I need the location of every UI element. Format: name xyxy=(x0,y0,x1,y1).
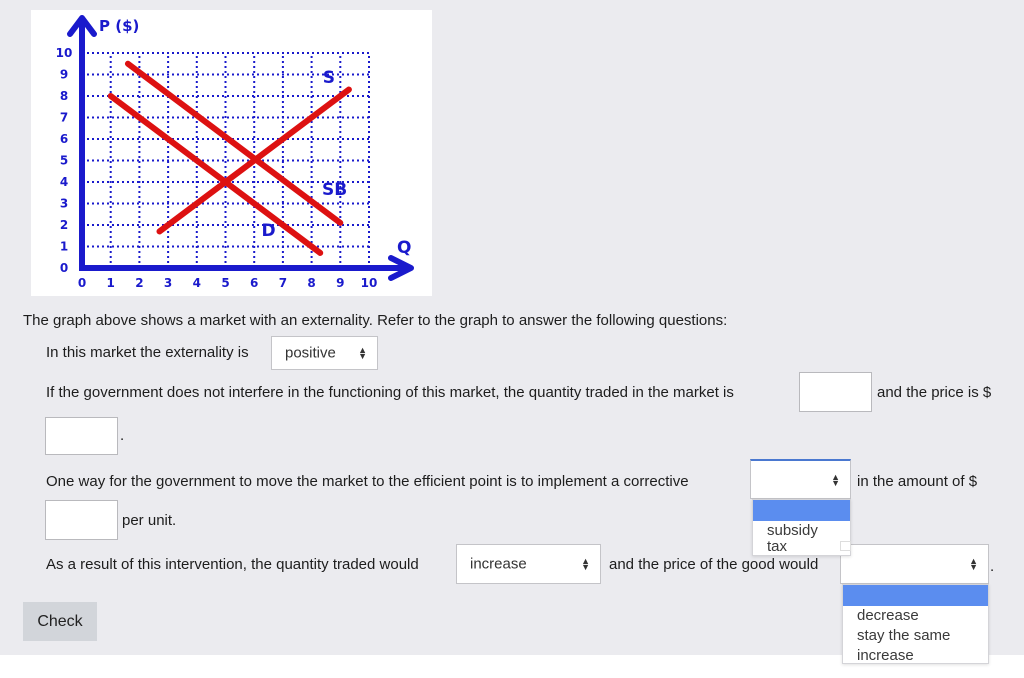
price-change-dropdown: decrease stay the same increase xyxy=(842,584,989,664)
y-tick-label: 7 xyxy=(60,111,68,125)
y-tick-label: 1 xyxy=(60,240,68,254)
x-tick-label: 5 xyxy=(221,276,229,290)
curve-sb xyxy=(124,60,344,226)
equilibrium-quantity-input[interactable] xyxy=(799,372,872,412)
x-tick-label: 1 xyxy=(107,276,115,290)
select-arrows-icon: ▲ ▼ xyxy=(581,556,590,572)
q4-label: As a result of this intervention, the qu… xyxy=(46,556,419,573)
x-axis-label: Q xyxy=(397,238,411,258)
dropdown-corner xyxy=(840,541,851,551)
dropdown-option-blank[interactable] xyxy=(753,500,850,521)
select-arrows-icon: ▲ ▼ xyxy=(831,471,840,488)
x-tick-label: 2 xyxy=(135,276,143,290)
select-arrows-icon: ▲ ▼ xyxy=(358,345,367,361)
x-tick-label: 6 xyxy=(250,276,258,290)
check-button[interactable]: Check xyxy=(23,602,97,641)
y-tick-label: 6 xyxy=(60,132,68,146)
externality-type-select[interactable]: positive ▲ ▼ xyxy=(271,336,378,370)
dropdown-option-increase[interactable]: increase xyxy=(843,646,988,666)
curve-label-d: D xyxy=(261,221,275,241)
q2-period: . xyxy=(120,427,125,444)
quantity-change-select[interactable]: increase ▲ ▼ xyxy=(456,544,601,584)
intro-text: The graph above shows a market with an e… xyxy=(23,312,728,329)
q4-price-label: and the price of the good would xyxy=(609,556,819,573)
y-tick-label: 10 xyxy=(56,46,73,60)
dropdown-option-stay-the-same[interactable]: stay the same xyxy=(843,626,988,646)
q2-price-label: and the price is $ xyxy=(877,384,992,401)
x-tick-label: 10 xyxy=(361,276,378,290)
dropdown-option-blank[interactable] xyxy=(843,585,988,606)
curve-label-sb: SB xyxy=(322,180,347,200)
q3-per-unit: per unit. xyxy=(122,512,177,529)
select-arrows-icon: ▲ ▼ xyxy=(969,556,978,572)
quantity-change-value: increase xyxy=(470,555,527,573)
x-tick-label: 7 xyxy=(279,276,287,290)
equilibrium-price-input[interactable] xyxy=(45,417,118,455)
y-axis-label: P ($) xyxy=(99,17,139,35)
externality-type-value: positive xyxy=(285,344,336,362)
y-tick-label: 4 xyxy=(60,175,68,189)
price-change-select[interactable]: ▲ ▼ xyxy=(840,544,989,584)
curve-d xyxy=(107,93,324,256)
x-tick-label: 0 xyxy=(78,276,86,290)
q3-label: One way for the government to move the m… xyxy=(46,473,689,490)
q3-amount-label: in the amount of $ xyxy=(857,473,978,490)
y-tick-label: 9 xyxy=(60,68,68,82)
corrective-policy-select[interactable]: ▲ ▼ xyxy=(750,459,851,499)
y-tick-label: 2 xyxy=(60,218,68,232)
graph-svg: 0 1 2 3 4 5 6 7 8 9 10 0 1 2 3 4 5 6 7 8 9 10 P ($) Q S SB D xyxy=(56,15,414,290)
y-tick-label: 8 xyxy=(60,89,68,103)
q2-label: If the government does not interfere in … xyxy=(46,384,734,401)
x-tick-label: 4 xyxy=(193,276,201,290)
corrective-amount-input[interactable] xyxy=(45,500,118,540)
q4-period: . xyxy=(990,558,995,575)
curve-label-s: S xyxy=(323,68,335,88)
y-tick-label: 0 xyxy=(60,261,68,275)
externality-graph: 0 1 2 3 4 5 6 7 8 9 10 0 1 2 3 4 5 6 7 8 9 10 P ($) Q S SB D xyxy=(31,10,432,296)
dropdown-option-decrease[interactable]: decrease xyxy=(843,606,988,626)
x-tick-label: 8 xyxy=(307,276,315,290)
corrective-policy-dropdown: subsidy tax xyxy=(752,499,851,556)
y-tick-label: 3 xyxy=(60,197,68,211)
x-tick-label: 9 xyxy=(336,276,344,290)
x-tick-label: 3 xyxy=(164,276,172,290)
y-tick-label: 5 xyxy=(60,154,68,168)
q1-label: In this market the externality is xyxy=(46,344,249,361)
